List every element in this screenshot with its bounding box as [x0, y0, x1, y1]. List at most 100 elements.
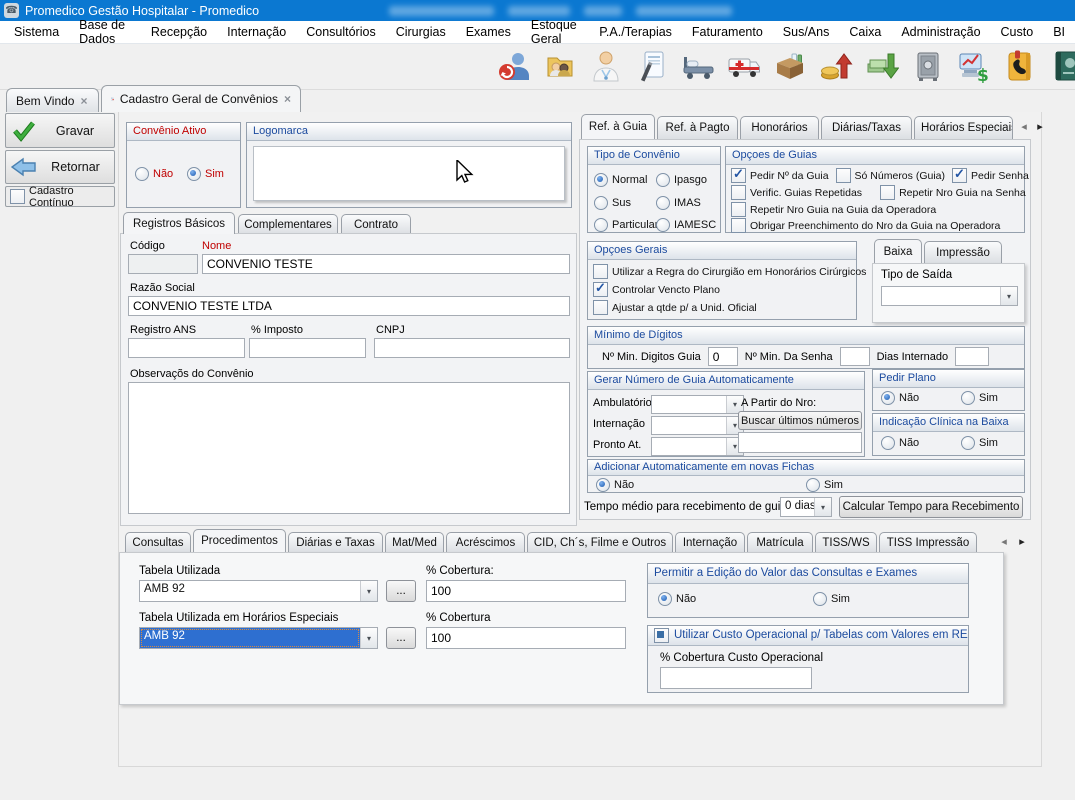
min-senha-input[interactable]	[840, 347, 870, 366]
tab-impressao[interactable]: Impressão	[924, 241, 1002, 263]
radio-icon[interactable]	[658, 592, 672, 606]
tab-honorarios[interactable]: Honorários	[740, 116, 819, 139]
tab-complementares[interactable]: Complementares	[238, 214, 338, 234]
chevron-down-icon[interactable]: ▾	[1000, 287, 1017, 305]
tab-bem-vindo[interactable]: Bem Vindo ×	[6, 88, 99, 112]
checkbox-icon[interactable]	[10, 189, 25, 204]
money-in-icon[interactable]	[819, 49, 853, 83]
radio-icon[interactable]	[187, 167, 201, 181]
tab-tiss-ws[interactable]: TISS/WS	[815, 532, 877, 552]
manual-book-icon[interactable]	[1049, 49, 1075, 83]
tab-registros-basicos[interactable]: Registros Básicos	[123, 212, 235, 234]
bottom-tabs-scroll-left-icon[interactable]: ◂	[997, 535, 1011, 548]
cobertura-custo-input[interactable]	[660, 667, 812, 689]
radio-icon[interactable]	[135, 167, 149, 181]
checkbox-icon[interactable]	[880, 185, 895, 200]
menu-custo[interactable]: Custo	[991, 22, 1044, 42]
menu-administracao[interactable]: Administração	[891, 22, 990, 42]
doctor-icon[interactable]	[589, 49, 623, 83]
tab-mat-med[interactable]: Mat/Med	[385, 532, 444, 552]
menu-recepcao[interactable]: Recepção	[141, 22, 217, 42]
tabela-browse-button[interactable]: ...	[386, 580, 416, 602]
imposto-input[interactable]	[249, 338, 366, 358]
cb-ajustar-qtde[interactable]: Ajustar a qtde p/ a Unid. Oficial	[593, 300, 757, 315]
menu-cirurgias[interactable]: Cirurgias	[386, 22, 456, 42]
menu-caixa[interactable]: Caixa	[839, 22, 891, 42]
radio-icon[interactable]	[594, 173, 608, 187]
cb-repetir-operadora[interactable]: Repetir Nro Guia na Guia da Operadora	[731, 202, 936, 217]
indicacao-nao-radio[interactable]: Não	[881, 436, 919, 450]
chevron-down-icon[interactable]: ▾	[814, 498, 831, 516]
tab-internacao-bottom[interactable]: Internação	[675, 532, 745, 552]
menu-internacao[interactable]: Internação	[217, 22, 296, 42]
cadastro-continuo-checkbox[interactable]: Cadastro Contínuo	[5, 186, 115, 207]
patients-folder-icon[interactable]	[543, 49, 577, 83]
radio-icon[interactable]	[656, 218, 670, 232]
menu-sistema[interactable]: Sistema	[4, 22, 69, 42]
adicionar-nao-radio[interactable]: Não	[596, 478, 634, 492]
buscar-numeros-button[interactable]: Buscar últimos números	[738, 411, 862, 430]
permitir-sim-radio[interactable]: Sim	[813, 592, 850, 606]
logomarca-image-box[interactable]	[253, 146, 565, 201]
tab-consultas[interactable]: Consultas	[125, 532, 191, 552]
prescription-icon[interactable]	[635, 49, 669, 83]
menu-faturamento[interactable]: Faturamento	[682, 22, 773, 42]
checkbox-icon[interactable]	[731, 185, 746, 200]
tab-acrescimos[interactable]: Acréscimos	[446, 532, 525, 552]
dias-internado-input[interactable]	[955, 347, 989, 366]
radio-icon[interactable]	[961, 436, 975, 450]
tab-diarias-e-taxas[interactable]: Diárias e Taxas	[288, 532, 383, 552]
tab-cadastro-convenios[interactable]: Cadastro Geral de Convênios ×	[101, 85, 301, 112]
tab-diarias-taxas[interactable]: Diárias/Taxas	[821, 116, 912, 139]
convenio-ativo-nao-radio[interactable]: Não	[135, 167, 173, 181]
tabs-scroll-left-icon[interactable]: ◂	[1017, 120, 1031, 133]
cb-verific-guias[interactable]: Verific. Guias Repetidas	[731, 185, 862, 200]
sync-users-icon[interactable]	[497, 49, 531, 83]
tab-contrato[interactable]: Contrato	[341, 214, 411, 234]
radio-imas[interactable]: IMAS	[656, 196, 701, 210]
tab-ref-a-pagto[interactable]: Ref. à Pagto	[657, 116, 738, 139]
billing-icon[interactable]: $	[957, 49, 991, 83]
tipo-saida-combo[interactable]: ▾	[881, 286, 1018, 306]
tab-tiss-impressao[interactable]: TISS Impressão	[879, 532, 977, 552]
cnpj-input[interactable]	[374, 338, 570, 358]
cb-repetir-senha[interactable]: Repetir Nro Guia na Senha	[880, 185, 1026, 200]
convenio-ativo-sim-radio[interactable]: Sim	[187, 167, 224, 181]
phone-book-icon[interactable]	[1003, 49, 1037, 83]
radio-icon[interactable]	[594, 218, 608, 232]
hospital-bed-icon[interactable]	[681, 49, 715, 83]
adicionar-sim-radio[interactable]: Sim	[806, 478, 843, 492]
menu-sus-ans[interactable]: Sus/Ans	[773, 22, 840, 42]
tabela-especiais-combo[interactable]: AMB 92▾	[139, 627, 378, 649]
menu-exames[interactable]: Exames	[456, 22, 521, 42]
radio-icon[interactable]	[806, 478, 820, 492]
gravar-button[interactable]: Gravar	[5, 113, 115, 148]
pedir-plano-nao-radio[interactable]: Não	[881, 391, 919, 405]
menu-pa-terapias[interactable]: P.A./Terapias	[589, 22, 682, 42]
radio-icon[interactable]	[594, 196, 608, 210]
menu-bi[interactable]: BI	[1043, 22, 1075, 42]
tab-matricula[interactable]: Matrícula	[747, 532, 813, 552]
chevron-down-icon[interactable]: ▾	[360, 581, 377, 601]
radio-particular[interactable]: Particular	[594, 218, 658, 232]
cb-regra-cirurgiao[interactable]: Utilizar a Regra do Cirurgião em Honorár…	[593, 264, 866, 279]
permitir-nao-radio[interactable]: Não	[658, 592, 696, 606]
cobertura2-input[interactable]	[426, 627, 626, 649]
checkbox-icon[interactable]	[952, 168, 967, 183]
menu-consultorios[interactable]: Consultórios	[296, 22, 385, 42]
ambulance-icon[interactable]	[727, 49, 761, 83]
cb-controlar-vencto[interactable]: Controlar Vencto Plano	[593, 282, 720, 297]
radio-ipasgo[interactable]: Ipasgo	[656, 173, 707, 187]
tabela-especiais-browse-button[interactable]: ...	[386, 627, 416, 649]
tab-horarios-especiais[interactable]: Horários Especiais	[914, 116, 1013, 139]
radio-iamesc[interactable]: IAMESC	[656, 218, 716, 232]
cb-pedir-num-guia[interactable]: Pedir Nº da Guia	[731, 168, 829, 183]
tab-ref-a-guia[interactable]: Ref. à Guia	[581, 114, 655, 139]
bottom-tabs-scroll-right-icon[interactable]: ▸	[1015, 535, 1029, 548]
checkbox-icon[interactable]	[731, 168, 746, 183]
tab-bem-vindo-close-icon[interactable]: ×	[80, 94, 87, 108]
checkbox-icon[interactable]	[593, 264, 608, 279]
ambulatorio-combo[interactable]: ▾	[651, 395, 744, 414]
tabela-utilizada-combo[interactable]: AMB 92▾	[139, 580, 378, 602]
checkbox-icon[interactable]	[593, 282, 608, 297]
